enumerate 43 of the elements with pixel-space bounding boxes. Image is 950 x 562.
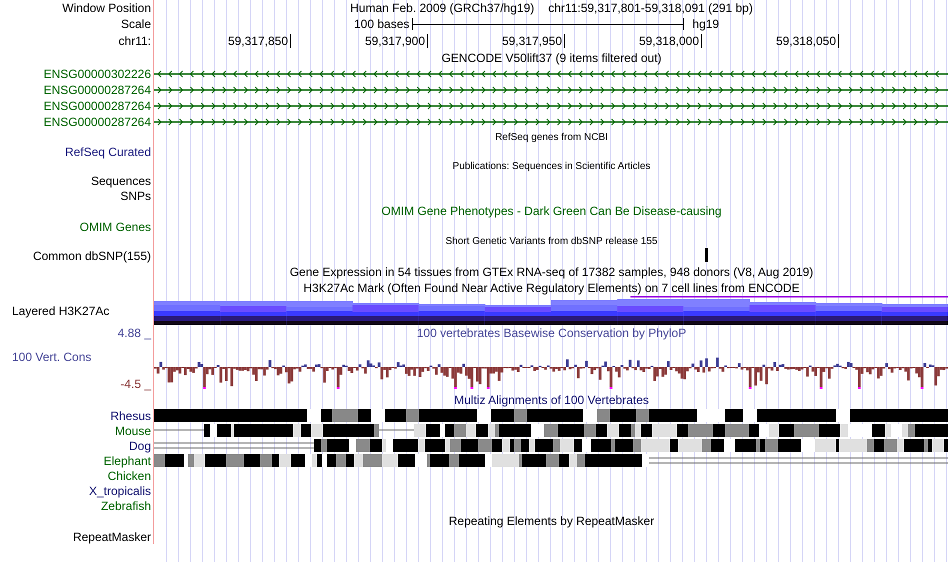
track-title: RefSeq genes from NCBI [495, 132, 608, 142]
track-title: Multiz Alignments of 100 Vertebrates [454, 393, 649, 407]
position-range: chr11:59,317,801-59,318,091 (291 bp) [548, 1, 753, 15]
track-label[interactable]: Sequences [90, 174, 151, 188]
track-label[interactable]: X_tropicalis [88, 484, 151, 498]
track-label[interactable]: ENSG00000302226 [44, 67, 151, 81]
ruler-tick: 59,318,000 [565, 34, 702, 48]
track-label[interactable]: Common dbSNP(155) [32, 249, 151, 263]
track-label[interactable]: OMIM Genes [80, 220, 151, 234]
track-title: Repeating Elements by RepeatMasker [448, 514, 654, 528]
track-label[interactable]: RepeatMasker [72, 530, 151, 544]
track-label[interactable]: Dog [128, 438, 151, 452]
track-label[interactable]: SNPs [120, 188, 151, 202]
ruler-tick: 59,318,050 [702, 34, 839, 48]
row-label: chr11: [118, 34, 151, 48]
track-title: 100 vertebrates Basewise Conservation by PhyloP [416, 326, 686, 340]
assembly-label: hg19 [692, 17, 720, 31]
ruler-tick: 59,317,950 [428, 34, 565, 48]
track-label[interactable]: Elephant [104, 454, 151, 468]
track-label[interactable]: Zebrafish [100, 498, 151, 512]
track-label[interactable]: RefSeq Curated [64, 144, 151, 158]
track-label[interactable]: Rhesus [110, 408, 151, 422]
axis-min-label: -4.5 _ [120, 377, 151, 391]
row-label: Window Position [62, 1, 151, 15]
track-label[interactable]: 100 Vert. Cons [12, 350, 92, 364]
axis-max-label: 4.88 _ [118, 326, 151, 340]
track-label[interactable]: Mouse [114, 424, 151, 438]
ruler-tick: 59,317,850 [154, 34, 291, 48]
row-label: Scale [120, 17, 151, 31]
track-title: GENCODE V50lift37 (9 items filtered out) [441, 51, 662, 65]
track-label[interactable]: Layered H3K27Ac [12, 304, 110, 318]
track-title: Gene Expression in 54 tissues from GTEx RNA-seq of 17382 samples, 948 donors (V8, Aug 2019) [290, 265, 814, 279]
track-label[interactable]: ENSG00000287264 [44, 99, 151, 113]
track-label[interactable]: ENSG00000287264 [44, 115, 151, 129]
track-title: Publications: Sequences in Scientific Articles [452, 160, 650, 172]
track-title: H3K27Ac Mark (Often Found Near Active Regulatory Elements) on 7 cell lines from ENCODE [303, 281, 800, 295]
track-label[interactable]: Chicken [108, 468, 151, 482]
track-title: OMIM Gene Phenotypes - Dark Green Can Be Disease-causing [381, 204, 722, 218]
track-label[interactable]: ENSG00000287264 [44, 83, 151, 97]
track-title: Short Genetic Variants from dbSNP release 155 [446, 236, 658, 246]
assembly-name: Human Feb. 2009 (GRCh37/hg19) [350, 1, 534, 15]
ruler-tick: 59,317,900 [291, 34, 428, 48]
scale-length: 100 bases [354, 17, 410, 31]
